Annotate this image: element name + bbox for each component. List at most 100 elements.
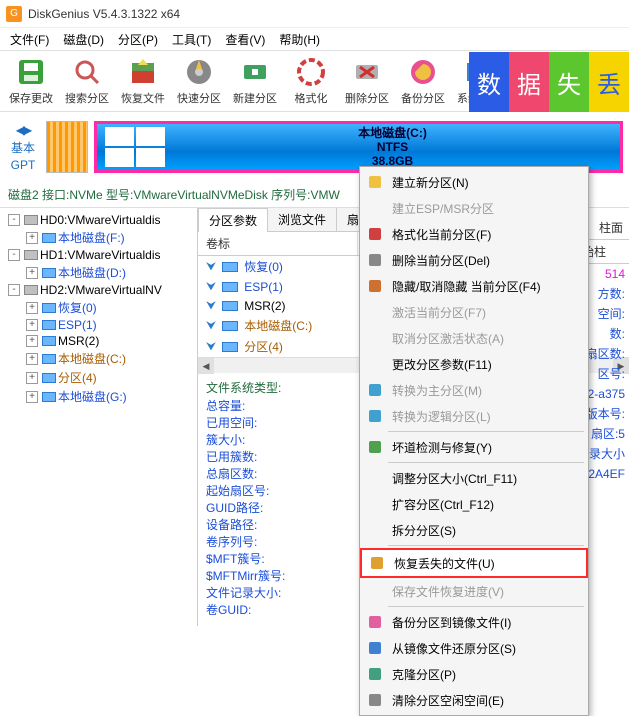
menu-partition[interactable]: 分区(P) [112, 29, 164, 50]
nav-arrows-icon[interactable]: ◀▶ [16, 123, 30, 137]
menu-item-label: 建立新分区(N) [392, 174, 469, 191]
expand-icon[interactable]: + [26, 335, 38, 347]
menu-item[interactable]: 坏道检测与修复(Y) [360, 434, 588, 460]
search-button[interactable]: 搜索分区 [60, 52, 114, 110]
menu-file[interactable]: 文件(F) [4, 29, 55, 50]
menu-separator [388, 431, 584, 432]
chevron-down-icon: ⮟ [206, 339, 216, 354]
menu-item-label: 建立ESP/MSR分区 [392, 200, 494, 217]
expand-icon[interactable]: + [26, 267, 38, 279]
scroll-left-icon[interactable]: ◀ [198, 358, 214, 374]
clone-icon [366, 665, 384, 683]
new-icon [366, 173, 384, 191]
menu-item[interactable]: 从镜像文件还原分区(S) [360, 635, 588, 661]
bak-icon [366, 613, 384, 631]
tree-label: 本地磁盘(D:) [58, 264, 126, 281]
menu-item[interactable]: 恢复丢失的文件(U) [360, 548, 588, 578]
menu-tools[interactable]: 工具(T) [166, 29, 217, 50]
blank-icon [366, 469, 384, 487]
window-title: DiskGenius V5.4.3.1322 x64 [28, 7, 180, 21]
list-item-label: MSR(2) [244, 299, 285, 313]
blank-icon [366, 329, 384, 347]
volume-icon [222, 262, 238, 272]
menu-item[interactable]: 格式化当前分区(F) [360, 221, 588, 247]
tree-node[interactable]: - HD0:VMwareVirtualdis [2, 212, 195, 228]
tree-node[interactable]: +本地磁盘(G:) [2, 387, 195, 406]
expand-icon[interactable]: - [8, 284, 20, 296]
expand-icon[interactable]: + [26, 232, 38, 244]
expand-icon[interactable]: + [26, 319, 38, 331]
blank-icon [366, 303, 384, 321]
menu-item-label: 隐藏/取消隐藏 当前分区(F4) [392, 278, 541, 295]
tab-browse[interactable]: 浏览文件 [267, 208, 337, 231]
blank-icon [366, 582, 384, 600]
tree-node[interactable]: -HD2:VMwareVirtualNV [2, 282, 195, 298]
menu-item-label: 扩容分区(Ctrl_F12) [392, 496, 494, 513]
menu-item-label: 恢复丢失的文件(U) [394, 555, 495, 572]
expand-icon[interactable]: - [8, 249, 20, 261]
tree-node[interactable]: +分区(4) [2, 368, 195, 387]
expand-icon[interactable]: + [26, 353, 38, 365]
tree-node[interactable]: +MSR(2) [2, 333, 195, 349]
expand-icon[interactable]: + [26, 302, 38, 314]
menubar: 文件(F) 磁盘(D) 分区(P) 工具(T) 查看(V) 帮助(H) [0, 28, 629, 50]
hide-icon [366, 277, 384, 295]
tab-params[interactable]: 分区参数 [198, 208, 268, 232]
menu-item: 转换为逻辑分区(L) [360, 403, 588, 429]
menu-item[interactable]: 调整分区大小(Ctrl_F11) [360, 465, 588, 491]
promo-banner: 数 据 失 丢 [469, 52, 629, 112]
tree-node[interactable]: +本地磁盘(C:) [2, 349, 195, 368]
blank-icon [366, 199, 384, 217]
tree-node[interactable]: +恢复(0) [2, 298, 195, 317]
menu-item[interactable]: 建立新分区(N) [360, 169, 588, 195]
tree-node[interactable]: -HD1:VMwareVirtualdis [2, 247, 195, 263]
menu-item[interactable]: 删除当前分区(Del) [360, 247, 588, 273]
delete-button[interactable]: 删除分区 [340, 52, 394, 110]
menu-item[interactable]: 隐藏/取消隐藏 当前分区(F4) [360, 273, 588, 299]
menu-separator [388, 462, 584, 463]
chevron-down-icon: ⮟ [206, 298, 216, 313]
menu-item[interactable]: 扩容分区(Ctrl_F12) [360, 491, 588, 517]
menu-item[interactable]: 更改分区参数(F11) [360, 351, 588, 377]
menu-view[interactable]: 查看(V) [219, 29, 271, 50]
tree-label: HD0:VMwareVirtualdis [40, 213, 161, 227]
tree-node[interactable]: +ESP(1) [2, 317, 195, 333]
banner-char-3: 丢 [589, 52, 629, 112]
volume-icon [42, 268, 56, 278]
chevron-down-icon: ⮟ [206, 259, 216, 274]
tree-node[interactable]: + 本地磁盘(F:) [2, 228, 195, 247]
expand-icon[interactable]: + [26, 391, 38, 403]
recover-button[interactable]: 恢复文件 [116, 52, 170, 110]
partition-text: 本地磁盘(C:) NTFS 38.8GB [165, 126, 620, 168]
expand-icon[interactable]: + [26, 372, 38, 384]
list-item-label: ESP(1) [244, 280, 283, 294]
titlebar: G DiskGenius V5.4.3.1322 x64 [0, 0, 629, 28]
quick-button[interactable]: 快速分区 [172, 52, 226, 110]
menu-item[interactable]: 清除分区空闲空间(E) [360, 687, 588, 713]
rec-icon [368, 554, 386, 572]
menu-item[interactable]: 克隆分区(P) [360, 661, 588, 687]
expand-icon[interactable]: - [8, 214, 20, 226]
tree-label: 本地磁盘(F:) [58, 229, 125, 246]
col-volume[interactable]: 卷标 [198, 232, 358, 255]
save-button[interactable]: 保存更改 [4, 52, 58, 110]
clear-icon [366, 691, 384, 709]
tree-node[interactable]: + 本地磁盘(D:) [2, 263, 195, 282]
disk-nav: ◀▶ 基本 GPT [6, 123, 40, 172]
blank-icon [366, 495, 384, 513]
volume-icon [222, 301, 238, 311]
menu-disk[interactable]: 磁盘(D) [57, 29, 110, 50]
menu-item-label: 克隆分区(P) [392, 666, 456, 683]
menu-item[interactable]: 备份分区到镜像文件(I) [360, 609, 588, 635]
reserved-stripes[interactable] [46, 121, 88, 173]
volume-icon [42, 392, 56, 402]
format-button[interactable]: 格式化 [284, 52, 338, 110]
menu-item: 转换为主分区(M) [360, 377, 588, 403]
menu-item[interactable]: 拆分分区(S) [360, 517, 588, 543]
volume-icon [42, 320, 56, 330]
backup-button[interactable]: 备份分区 [396, 52, 450, 110]
new-button[interactable]: 新建分区 [228, 52, 282, 110]
volume-icon [42, 373, 56, 383]
menu-help[interactable]: 帮助(H) [273, 29, 326, 50]
menu-item-label: 转换为主分区(M) [392, 382, 482, 399]
